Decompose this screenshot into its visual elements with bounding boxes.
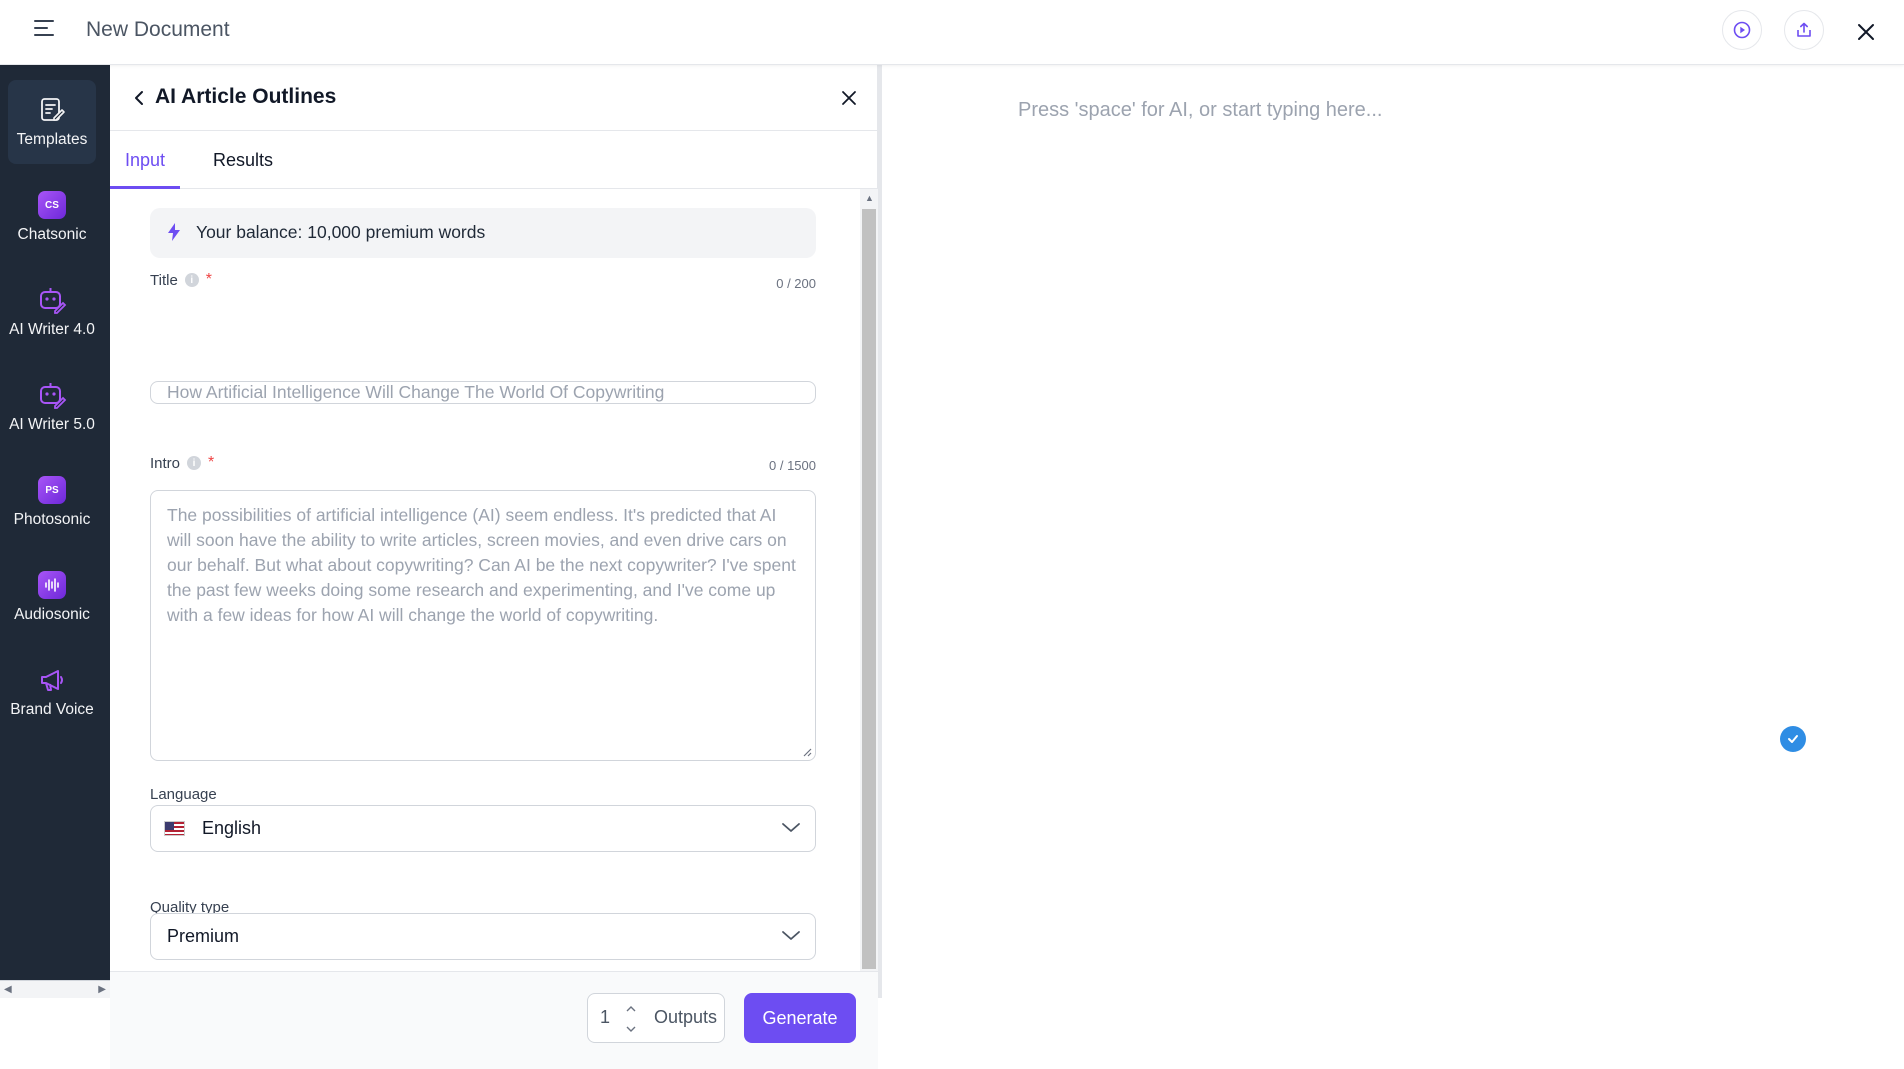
menu-icon[interactable]	[34, 20, 58, 40]
sidebar-scrollbar[interactable]: ◀ ▶	[0, 980, 110, 998]
intro-label: Intro i *	[150, 454, 215, 472]
chatsonic-icon: CS	[38, 191, 66, 219]
chevron-down-icon	[782, 931, 800, 940]
document-title[interactable]: New Document	[86, 18, 230, 42]
close-icon	[1858, 24, 1874, 40]
chevron-down-icon	[782, 823, 800, 832]
scroll-up-icon[interactable]: ▲	[865, 193, 874, 203]
language-label: Language	[150, 786, 217, 803]
sidebar-item-templates[interactable]: Templates	[8, 80, 96, 164]
sidebar-item-label: AI Writer 4.0	[9, 321, 95, 338]
sidebar-item-label: Templates	[16, 131, 88, 148]
tab-results[interactable]: Results	[198, 131, 288, 189]
panel-scrollbar[interactable]: ▲	[860, 189, 878, 971]
sidebar-item-label: Photosonic	[13, 511, 91, 528]
scrollbar-thumb[interactable]	[862, 209, 876, 969]
check-icon[interactable]	[1780, 726, 1806, 752]
tab-input[interactable]: Input	[110, 131, 181, 189]
required-marker: *	[205, 271, 213, 288]
resize-handle-icon[interactable]	[802, 747, 812, 757]
title-label: Title i *	[150, 271, 213, 289]
close-document-button[interactable]	[1852, 18, 1880, 46]
generate-button[interactable]: Generate	[744, 993, 856, 1043]
photosonic-icon: PS	[38, 476, 66, 504]
play-button[interactable]	[1722, 10, 1762, 50]
close-icon	[842, 91, 856, 105]
required-marker: *	[208, 454, 215, 471]
share-button[interactable]	[1784, 10, 1824, 50]
close-panel-button[interactable]	[836, 85, 862, 111]
document-editor[interactable]: Press 'space' for AI, or start typing he…	[882, 65, 1904, 998]
language-value: English	[202, 818, 262, 838]
info-icon[interactable]: i	[184, 273, 199, 287]
panel-title: AI Article Outlines	[155, 85, 337, 108]
info-icon[interactable]: i	[187, 456, 202, 470]
balance-text: Your balance: 10,000 premium words	[196, 222, 486, 242]
panel-footer: 1 Outputs Generate	[110, 971, 878, 1069]
outputs-value[interactable]: 1	[600, 1007, 610, 1028]
quality-value: Premium	[167, 926, 240, 946]
template-panel: AI Article Outlines Input Results Your b…	[110, 65, 878, 1069]
language-select[interactable]: English	[150, 805, 816, 852]
outputs-label: Outputs	[654, 1007, 718, 1027]
sidebar-item-photosonic[interactable]: PS Photosonic	[8, 460, 96, 544]
top-bar: New Document	[0, 0, 1904, 65]
back-button[interactable]	[128, 87, 150, 109]
sidebar-item-label: Chatsonic	[17, 226, 87, 243]
title-counter: 0 / 200	[776, 276, 816, 291]
outputs-stepper[interactable]: 1 Outputs	[587, 993, 725, 1043]
input-form: Your balance: 10,000 premium words Title…	[150, 189, 816, 971]
title-input[interactable]: How Artificial Intelligence Will Change …	[150, 381, 816, 404]
intro-textarea[interactable]: The possibilities of artificial intellig…	[150, 490, 816, 761]
sidebar-item-chatsonic[interactable]: CS Chatsonic	[8, 175, 96, 259]
editor-placeholder: Press 'space' for AI, or start typing he…	[1018, 99, 1383, 121]
us-flag-icon	[164, 821, 185, 836]
sidebar-item-audiosonic[interactable]: Audiosonic	[8, 555, 96, 639]
lightning-icon	[168, 223, 180, 241]
ai-writer-icon	[37, 285, 67, 315]
ai-writer-icon	[37, 380, 67, 410]
sidebar-item-label: Audiosonic	[14, 606, 90, 623]
audio-icon	[38, 571, 66, 599]
play-icon	[1733, 21, 1751, 39]
sidebar: Templates CS Chatsonic AI Writer 4.0 AI …	[0, 65, 110, 998]
megaphone-icon	[37, 665, 67, 695]
balance-banner: Your balance: 10,000 premium words	[150, 208, 816, 258]
sidebar-item-ai-writer-5[interactable]: AI Writer 5.0	[8, 365, 96, 449]
chevron-left-icon	[135, 91, 143, 105]
stepper-arrows-icon[interactable]	[624, 1002, 638, 1036]
quality-select[interactable]: Premium	[150, 913, 816, 960]
sidebar-item-label: Brand Voice	[10, 701, 94, 718]
panel-tabs: Input Results	[110, 131, 878, 189]
sidebar-item-label: AI Writer 5.0	[9, 416, 95, 433]
sidebar-item-ai-writer-4[interactable]: AI Writer 4.0	[8, 270, 96, 354]
sidebar-item-brand-voice[interactable]: Brand Voice	[8, 650, 96, 734]
templates-icon	[37, 95, 67, 125]
panel-header: AI Article Outlines	[110, 65, 878, 131]
intro-counter: 0 / 1500	[769, 458, 816, 473]
intro-placeholder: The possibilities of artificial intellig…	[167, 505, 796, 625]
share-icon	[1797, 22, 1811, 37]
